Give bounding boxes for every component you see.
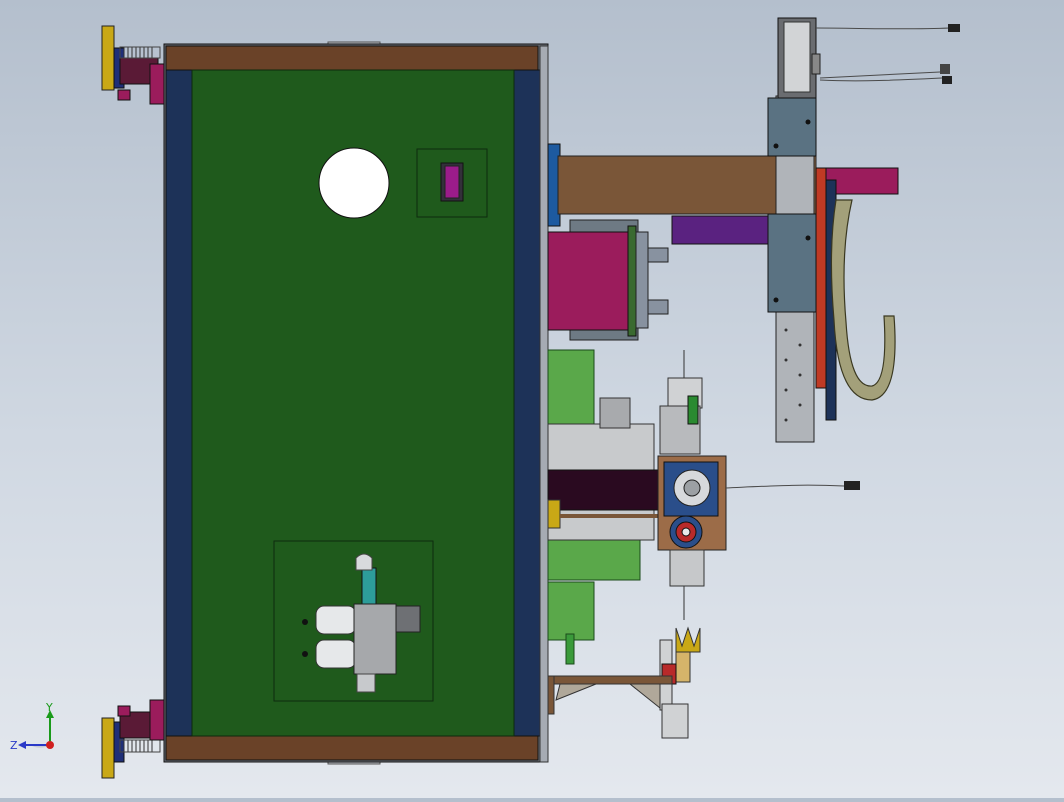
- triad-z-label: Z: [10, 739, 18, 752]
- rotary-table[interactable]: [657, 455, 727, 551]
- linear-axis-slide[interactable]: [767, 95, 817, 443]
- support-bracket[interactable]: [547, 675, 673, 715]
- gripper-assembly[interactable]: [659, 549, 705, 739]
- cable-plug: [940, 64, 950, 74]
- hook-bracket[interactable]: [830, 199, 896, 401]
- motor-cables: [815, 27, 951, 82]
- sensor-cable: [725, 481, 860, 490]
- arm-beam[interactable]: [557, 155, 799, 215]
- purple-bracket[interactable]: [671, 215, 771, 245]
- adjustable-foot-bottom[interactable]: [101, 699, 167, 779]
- clamp-fixture[interactable]: [547, 219, 669, 341]
- servo-motor[interactable]: [777, 17, 821, 99]
- cable-plug: [948, 24, 960, 32]
- cad-viewport[interactable]: Y Z: [0, 0, 1064, 798]
- clamp-cylinder[interactable]: [659, 350, 703, 455]
- gearbox-housing[interactable]: [547, 349, 672, 665]
- cable-plug: [942, 76, 952, 84]
- adjustable-foot-top[interactable]: [101, 25, 167, 105]
- coordinate-triad: Y Z: [10, 701, 54, 752]
- triad-y-label: Y: [45, 701, 53, 714]
- side-rail: [815, 167, 827, 389]
- mounting-hole: [318, 147, 390, 219]
